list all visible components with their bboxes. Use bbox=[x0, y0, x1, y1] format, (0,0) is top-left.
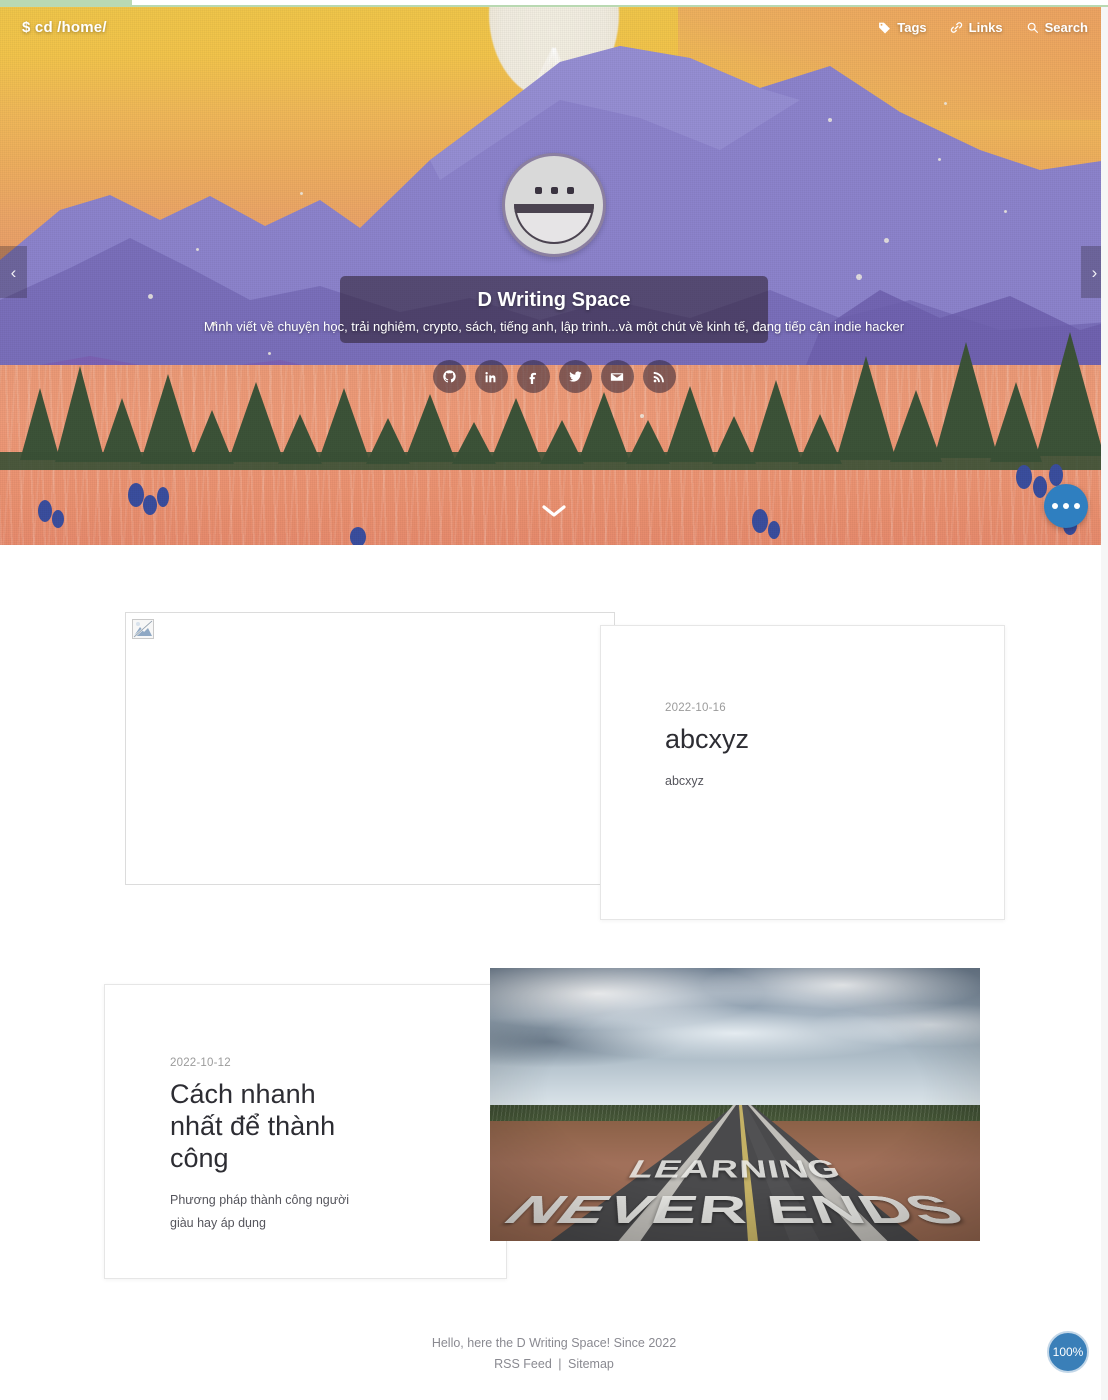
browser-top-edge-inner bbox=[132, 0, 1108, 5]
tag-icon bbox=[878, 21, 891, 34]
social-link-facebook[interactable] bbox=[517, 360, 550, 393]
facebook-icon bbox=[526, 370, 540, 384]
site-footer: Hello, here the D Writing Space! Since 2… bbox=[0, 1336, 1108, 1371]
social-link-email[interactable] bbox=[601, 360, 634, 393]
post-title[interactable]: Cách nhanh nhất để thành công bbox=[170, 1079, 373, 1175]
nav-label-search: Search bbox=[1045, 20, 1088, 35]
post-date: 2022-10-12 bbox=[170, 1057, 373, 1069]
social-link-github[interactable] bbox=[433, 360, 466, 393]
linkedin-icon bbox=[484, 370, 498, 384]
link-icon bbox=[950, 21, 963, 34]
site-title: D Writing Space bbox=[340, 289, 768, 312]
carousel-prev-button[interactable]: ‹ bbox=[0, 246, 27, 298]
ellipsis-icon bbox=[1063, 503, 1069, 509]
hero-navigation: Tags Links Search bbox=[878, 20, 1088, 35]
avatar-smile bbox=[514, 204, 594, 244]
hero-section: $ cd /home/ Tags Links Search ‹ › D Writ… bbox=[0, 0, 1108, 545]
nav-item-links[interactable]: Links bbox=[950, 20, 1003, 35]
footer-link-sitemap[interactable]: Sitemap bbox=[568, 1357, 614, 1371]
post-thumbnail-broken[interactable] bbox=[125, 612, 615, 885]
reading-progress-badge[interactable]: 100% bbox=[1047, 1331, 1089, 1373]
post-excerpt: Phương pháp thành công người giàu hay áp… bbox=[170, 1189, 373, 1235]
nav-label-links: Links bbox=[969, 20, 1003, 35]
footer-links: RSS Feed | Sitemap bbox=[0, 1357, 1108, 1371]
footer-link-rss[interactable]: RSS Feed bbox=[494, 1357, 552, 1371]
photo-road-surface bbox=[490, 1105, 980, 1242]
command-prompt-label: $ cd /home/ bbox=[22, 19, 107, 36]
social-link-linkedin[interactable] bbox=[475, 360, 508, 393]
twitter-icon bbox=[568, 369, 583, 384]
social-link-twitter[interactable] bbox=[559, 360, 592, 393]
ellipsis-icon bbox=[1074, 503, 1080, 509]
page-scrollbar[interactable] bbox=[1101, 7, 1108, 1400]
post-excerpt: abcxyz bbox=[665, 770, 1004, 793]
broken-image-icon bbox=[132, 619, 154, 639]
post-thumbnail-photo[interactable]: LEARNING NEVER ENDS bbox=[490, 968, 980, 1241]
post-title[interactable]: abcxyz bbox=[665, 724, 1004, 756]
post-card[interactable]: 2022-10-16 abcxyz abcxyz bbox=[600, 625, 1005, 920]
social-link-rss[interactable] bbox=[643, 360, 676, 393]
avatar bbox=[502, 153, 606, 257]
progress-value: 100% bbox=[1053, 1345, 1084, 1359]
nav-item-search[interactable]: Search bbox=[1026, 20, 1088, 35]
floating-action-button[interactable] bbox=[1044, 484, 1088, 528]
chevron-down-icon bbox=[541, 503, 567, 519]
site-description: Mình viết về chuyện học, trải nghiệm, cr… bbox=[0, 319, 1108, 334]
post-card[interactable]: 2022-10-12 Cách nhanh nhất để thành công… bbox=[104, 984, 507, 1279]
email-icon bbox=[610, 370, 624, 384]
nav-item-tags[interactable]: Tags bbox=[878, 20, 926, 35]
photo-sky bbox=[490, 968, 980, 1110]
scroll-down-button[interactable] bbox=[541, 503, 567, 519]
footer-separator: | bbox=[558, 1357, 561, 1371]
browser-top-edge bbox=[0, 0, 1108, 7]
wildflowers bbox=[0, 425, 1108, 545]
ellipsis-icon bbox=[1052, 503, 1058, 509]
nav-label-tags: Tags bbox=[897, 20, 926, 35]
social-links bbox=[0, 360, 1108, 393]
search-icon bbox=[1026, 21, 1039, 34]
hero-background-painting bbox=[0, 0, 1108, 545]
post-list: 2022-10-16 abcxyz abcxyz 2022-10-12 Cách… bbox=[0, 545, 1108, 1400]
post-date: 2022-10-16 bbox=[665, 702, 1004, 714]
chevron-right-icon: › bbox=[1092, 264, 1098, 281]
avatar-eyes bbox=[505, 187, 603, 194]
chevron-left-icon: ‹ bbox=[11, 264, 17, 281]
footer-tagline: Hello, here the D Writing Space! Since 2… bbox=[0, 1336, 1108, 1350]
rss-icon bbox=[652, 370, 666, 384]
github-icon bbox=[442, 369, 457, 384]
